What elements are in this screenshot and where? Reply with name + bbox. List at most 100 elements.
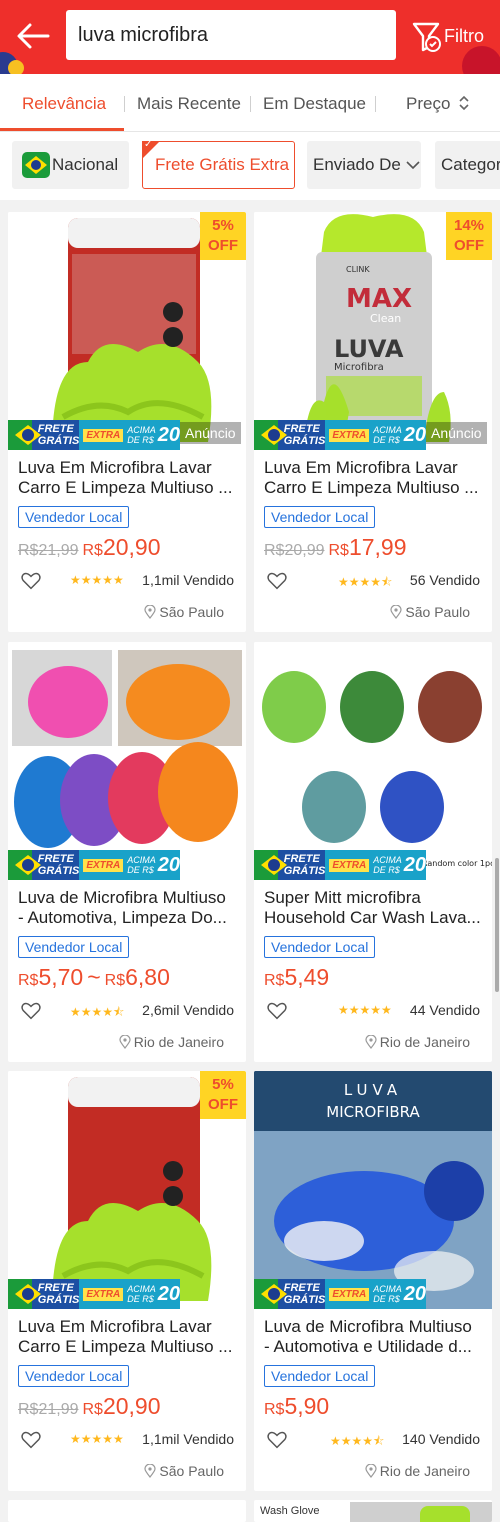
heart-icon[interactable] xyxy=(20,1429,42,1451)
heart-icon[interactable] xyxy=(20,1000,42,1022)
sold-count: 1,1mil Vendido xyxy=(142,1431,234,1447)
product-card[interactable]: 5% OFF FRETE GRÁTIS EXTRA ACIMA DE R$ 20 L… xyxy=(8,1071,246,1491)
tab-price-label: Preço xyxy=(406,94,451,113)
discount-off: OFF xyxy=(208,237,238,254)
product-image: LUVA MICROFIBRA xyxy=(254,1071,492,1309)
currency: R$ xyxy=(82,1401,103,1418)
price-row: R$ 5,90 xyxy=(264,1393,329,1423)
product-title: Luva de Microfibra Multiuso xyxy=(18,888,226,907)
rating-stars: ★★★★★ xyxy=(338,1003,392,1017)
tab-featured[interactable]: Em Destaque xyxy=(263,74,366,132)
tab-most-recent[interactable]: Mais Recente xyxy=(137,74,241,132)
price: 17,99 xyxy=(348,534,407,560)
price: 20,90 xyxy=(102,534,161,560)
rating-stars: ★★★★⯪ xyxy=(330,1434,385,1448)
package-subtitle: Microfibra xyxy=(334,362,384,373)
package-name: MAX xyxy=(346,284,412,314)
chip-nacional[interactable]: Nacional xyxy=(12,141,129,189)
product-card[interactable]: 5% OFF FRETE GRÁTIS EXTRA ACIMA DE R$ 20 A… xyxy=(8,212,246,632)
price-range-separator: ~ xyxy=(87,964,101,990)
location-text: São Paulo xyxy=(159,1463,224,1479)
promo-text: FRETE xyxy=(283,423,320,435)
product-card[interactable]: LUVA MICROFIBRA FRETE GRÁTIS EXTRA ACIMA D… xyxy=(254,1071,492,1491)
promo-text: GRÁTIS xyxy=(37,865,80,877)
discount-percent: 14% xyxy=(453,217,485,234)
product-card[interactable]: Wash Glove xyxy=(254,1500,492,1522)
price: 5,90 xyxy=(284,1393,330,1419)
free-shipping-banner: FRETE GRÁTIS EXTRA ACIMA DE R$ 20 xyxy=(254,1279,426,1309)
location-pin-icon xyxy=(144,605,156,619)
location-text: São Paulo xyxy=(405,604,470,620)
heart-icon[interactable] xyxy=(266,570,288,592)
tab-price[interactable]: Preço xyxy=(406,74,471,132)
promo-extra: EXTRA xyxy=(83,858,124,872)
promo-text: GRÁTIS xyxy=(283,435,326,447)
chip-category[interactable]: Categor xyxy=(435,141,500,189)
promo-amount: 20 xyxy=(403,1282,426,1305)
discount-badge: 14% OFF xyxy=(446,212,492,260)
divider xyxy=(124,96,125,112)
free-shipping-banner: FRETE GRÁTIS EXTRA ACIMA DE R$ 20 xyxy=(8,420,180,450)
promo-text: DE R$ xyxy=(127,1294,154,1304)
product-title: Household Car Wash Lava... xyxy=(264,908,481,927)
promo-text: DE R$ xyxy=(127,435,154,445)
seller-badge: Vendedor Local xyxy=(264,936,376,958)
sold-count: 2,6mil Vendido xyxy=(142,1002,234,1018)
location: São Paulo xyxy=(144,604,224,620)
product-card[interactable]: Random color 1pcs FRETE GRÁTIS EXTRA ACIM… xyxy=(254,642,492,1062)
heart-icon[interactable] xyxy=(20,570,42,592)
price: 6,80 xyxy=(125,964,170,990)
product-title: Carro E Limpeza Multiuso ... xyxy=(264,478,479,497)
location: Rio de Janeiro xyxy=(119,1034,224,1050)
back-button[interactable] xyxy=(12,16,54,56)
product-title: Super Mitt microfibra xyxy=(264,888,421,907)
promo-text: FRETE xyxy=(37,1282,74,1294)
promo-amount: 20 xyxy=(157,423,180,446)
chip-free-shipping-extra[interactable]: ✓ Frete Grátis Extra xyxy=(142,139,295,189)
brazil-flag-icon xyxy=(8,420,41,450)
heart-icon[interactable] xyxy=(266,1429,288,1451)
chip-label: Nacional xyxy=(52,155,119,174)
product-photo-colored-mitts xyxy=(8,642,246,880)
location-text: Rio de Janeiro xyxy=(133,1034,224,1050)
seller-badge: Vendedor Local xyxy=(18,1365,130,1387)
product-card[interactable]: CLINK MAX Clean LUVA Microfibra 14% OFF … xyxy=(254,212,492,632)
heart-icon[interactable] xyxy=(266,1000,288,1022)
currency: R$ xyxy=(328,542,349,559)
discount-badge: 5% OFF xyxy=(200,1071,246,1119)
filter-button[interactable]: Filtro xyxy=(412,14,484,58)
divider xyxy=(250,96,251,112)
product-card[interactable] xyxy=(8,1500,246,1522)
arrow-left-icon xyxy=(17,23,50,49)
seller-badge: Vendedor Local xyxy=(18,936,130,958)
promo-extra: EXTRA xyxy=(83,428,124,442)
tab-relevance[interactable]: Relevância xyxy=(22,74,106,132)
promo-amount: 20 xyxy=(403,423,426,446)
promo-text: ACIMA xyxy=(127,425,156,435)
location-pin-icon xyxy=(119,1035,131,1049)
free-shipping-banner: FRETE GRÁTIS EXTRA ACIMA DE R$ 20 xyxy=(8,850,180,880)
filter-label: Filtro xyxy=(444,25,484,46)
sold-count: 140 Vendido xyxy=(402,1431,480,1447)
package-title: LUVA xyxy=(334,335,404,363)
promo-extra: EXTRA xyxy=(83,1287,124,1301)
search-box[interactable] xyxy=(66,10,396,60)
rating-stars: ★★★★★ xyxy=(70,1432,124,1446)
chip-shipped-from[interactable]: Enviado De xyxy=(307,141,421,189)
divider xyxy=(375,96,376,112)
scrollbar[interactable] xyxy=(495,858,499,992)
location-pin-icon xyxy=(390,605,402,619)
chip-label: Frete Grátis Extra xyxy=(155,155,290,174)
sold-count: 1,1mil Vendido xyxy=(142,572,234,588)
sold-count: 56 Vendido xyxy=(409,572,480,588)
promo-text: FRETE xyxy=(37,423,74,435)
image-caption: MICROFIBRA xyxy=(326,1103,420,1121)
discount-badge: 5% OFF xyxy=(200,212,246,260)
chip-label: Categor xyxy=(441,155,500,174)
product-card[interactable]: FRETE GRÁTIS EXTRA ACIMA DE R$ 20 Luva de … xyxy=(8,642,246,1062)
currency: R$ xyxy=(18,972,39,989)
seller-badge: Vendedor Local xyxy=(264,1365,376,1387)
search-input[interactable] xyxy=(78,23,378,47)
price-row: R$21,99 R$ 20,90 xyxy=(18,1393,161,1423)
chip-label: Enviado De xyxy=(313,155,401,174)
